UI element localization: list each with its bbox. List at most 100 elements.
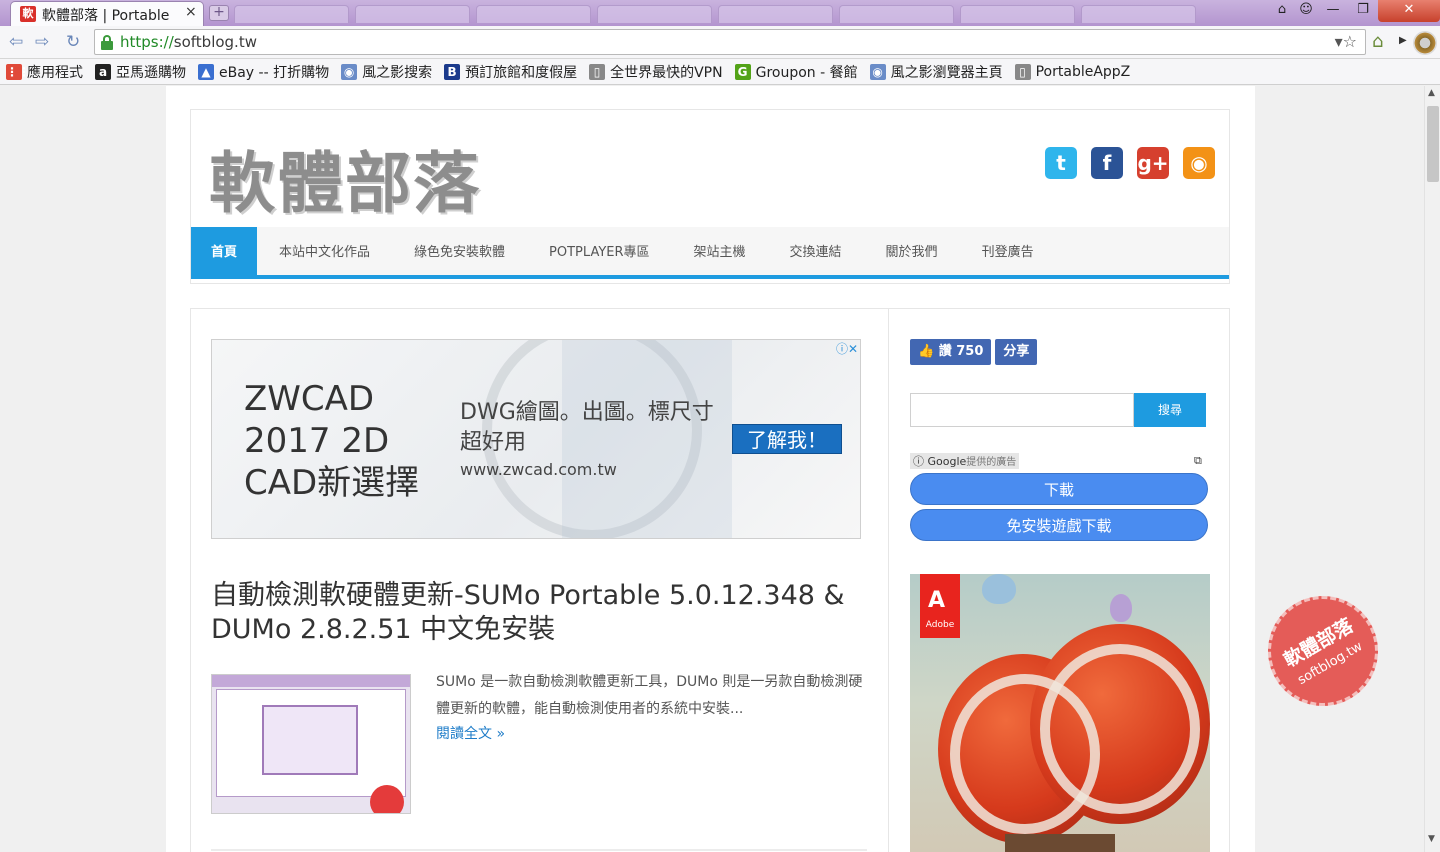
nav-item[interactable]: 首頁 (191, 227, 258, 279)
column-divider (888, 309, 889, 852)
nav-item[interactable]: 架站主機 (672, 227, 768, 279)
tab-close-icon[interactable]: × (185, 4, 197, 20)
back-arrow-icon[interactable]: ⇦ (9, 32, 23, 52)
extension-arrow-icon[interactable]: ▶ (1399, 35, 1407, 46)
post-excerpt: SUMo 是一款自動檢測軟體更新工具，DUMo 則是一另款自動檢測硬體更新的軟體… (436, 674, 863, 717)
ad-subtitle[interactable]: DWG繪圖。出圖。標尺寸超好用 (460, 398, 730, 458)
bookmark-label: 預訂旅館和度假屋 (465, 64, 578, 81)
thumbnail-seal (370, 785, 404, 813)
background-tab[interactable] (476, 5, 591, 23)
address-bar[interactable]: https://softblog.tw ▾☆ (94, 29, 1366, 55)
background-tabs (234, 5, 1196, 23)
facebook-like-widget: 👍 讚 750 分享 (910, 339, 1038, 365)
nav-item[interactable]: POTPLAYER專區 (527, 227, 671, 279)
ad-link-game-download[interactable]: 免安裝遊戲下載 (910, 509, 1208, 541)
social-links: t f g+ ◉ (1045, 147, 1215, 179)
page-viewport: 軟體部落 t f g+ ◉ 首頁 本站中文化作品 綠色免安裝軟體 POTPLAYER專區 架站… (0, 86, 1424, 852)
post-thumbnail[interactable] (211, 674, 411, 814)
bookmark-item[interactable]: G Groupon - 餐館 (734, 62, 858, 82)
forward-arrow-icon[interactable]: ⇨ (35, 32, 49, 52)
bookmark-label: Groupon - 餐館 (755, 64, 858, 81)
site-header: 軟體部落 t f g+ ◉ 首頁 本站中文化作品 綠色免安裝軟體 POTPLAYER專區 架站… (190, 109, 1230, 284)
small-balloon-image (982, 574, 1016, 604)
bookmark-item[interactable]: a 亞馬遜購物 (95, 62, 186, 82)
url-text[interactable]: https://softblog.tw (120, 33, 257, 51)
nav-item[interactable]: 綠色免安裝軟體 (392, 227, 527, 279)
rss-icon[interactable]: ◉ (1183, 147, 1215, 179)
twitter-icon[interactable]: t (1045, 147, 1077, 179)
bookmark-item[interactable]: B 預訂旅館和度假屋 (444, 62, 577, 82)
nav-item[interactable]: 本站中文化作品 (257, 227, 392, 279)
ad-choices-icon[interactable]: ⓘ✕ (836, 340, 858, 357)
restore-button[interactable]: ❐ (1348, 0, 1378, 22)
nav-item[interactable]: 刊登廣告 (960, 227, 1056, 279)
bookmark-icon: ◉ (869, 63, 886, 80)
like-button[interactable]: 👍 讚 750 (910, 339, 992, 365)
read-more-link[interactable]: 閱讀全文 » (436, 723, 505, 743)
lock-icon (101, 35, 113, 50)
home-profile-icon[interactable]: ⌂ (1270, 0, 1294, 22)
nav-item[interactable]: 關於我們 (864, 227, 960, 279)
ad-link-download[interactable]: 下載 (910, 473, 1208, 505)
bookmark-icon: ◉ (341, 63, 358, 80)
content-area: ZWCAD 2017 2D CAD新選擇 DWG繪圖。出圖。標尺寸超好用 www… (190, 308, 1230, 852)
bookmark-icon: B (444, 63, 461, 80)
bookmark-item[interactable]: ◉ 風之影搜索 (341, 62, 432, 82)
close-window-button[interactable]: ✕ (1378, 0, 1440, 22)
bookmark-item[interactable]: ⋮⋮ 應用程式 (6, 62, 83, 82)
adobe-side-ad[interactable]: A Adobe (910, 574, 1210, 852)
bookmark-icon: G (734, 63, 751, 80)
thumbnail-titlebar (212, 675, 410, 687)
browser-menu-icon[interactable] (1413, 31, 1437, 55)
ad-cta-button[interactable]: 了解我！ (732, 424, 842, 454)
search-button[interactable]: 搜尋 (1134, 393, 1206, 427)
background-tab[interactable] (355, 5, 470, 23)
google-plus-icon[interactable]: g+ (1137, 147, 1169, 179)
nav-item[interactable]: 交換連結 (768, 227, 864, 279)
ad-banner[interactable]: ZWCAD 2017 2D CAD新選擇 DWG繪圖。出圖。標尺寸超好用 www… (211, 339, 861, 539)
bookmark-item[interactable]: ▲ eBay -- 打折購物 (198, 62, 329, 82)
scroll-up-arrow-icon[interactable]: ▲ (1428, 88, 1435, 98)
ad-title[interactable]: ZWCAD 2017 2D CAD新選擇 (244, 378, 454, 504)
home-icon[interactable]: ⌂ (1372, 31, 1383, 52)
window-controls: ⌂ ☺ — ❐ ✕ (1270, 0, 1440, 22)
background-tab[interactable] (718, 5, 833, 23)
balloon-band-image (1040, 644, 1200, 814)
page-scrollbar[interactable]: ▲ ▼ (1424, 86, 1440, 852)
background-tab[interactable] (960, 5, 1075, 23)
adobe-label: Adobe (925, 620, 955, 630)
post-title[interactable]: 自動檢測軟硬體更新-SUMo Portable 5.0.12.348 & DUM… (211, 579, 861, 647)
background-tab[interactable] (1081, 5, 1196, 23)
tab-active[interactable]: 軟 軟體部落 | Portable × (10, 1, 204, 27)
minimize-button[interactable]: — (1318, 0, 1348, 22)
bookmark-icon: ▯ (589, 63, 606, 80)
ad-url[interactable]: www.zwcad.com.tw (460, 460, 617, 479)
site-logo[interactable]: 軟體部落 (209, 130, 481, 226)
background-tab[interactable] (839, 5, 954, 23)
bookmark-item[interactable]: ◉ 風之影瀏覽器主頁 (869, 62, 1003, 82)
bookmark-item[interactable]: ▯ PortableAppZ (1014, 63, 1131, 80)
main-nav: 首頁 本站中文化作品 綠色免安裝軟體 POTPLAYER專區 架站主機 交換連結 關於我們刊… (191, 227, 1229, 279)
user-profile-icon[interactable]: ☺ (1294, 0, 1318, 22)
adobe-a-icon: A (928, 588, 946, 613)
bookmark-icon: a (95, 63, 111, 80)
facebook-icon[interactable]: f (1091, 147, 1123, 179)
scroll-down-arrow-icon[interactable]: ▼ (1428, 834, 1435, 844)
bookmark-label: PortableAppZ (1035, 63, 1131, 80)
background-tab[interactable] (234, 5, 349, 23)
browser-titlebar: 軟 軟體部落 | Portable × + ⌂ ☺ — ❐ ✕ (0, 0, 1440, 27)
google-ads-label: ⓘ Google提供的廣告 (910, 453, 1020, 469)
external-open-icon[interactable]: ⧉ (1194, 454, 1202, 468)
bookmark-item[interactable]: ▯ 全世界最快的VPN (589, 62, 723, 82)
reload-icon[interactable]: ↻ (66, 32, 80, 52)
bookmark-icon: ⋮⋮ (6, 63, 30, 80)
bookmark-icon: ▯ (1014, 63, 1031, 80)
share-button[interactable]: 分享 (995, 339, 1038, 365)
page-container: 軟體部落 t f g+ ◉ 首頁 本站中文化作品 綠色免安裝軟體 POTPLAYER專區 架站… (166, 86, 1255, 852)
search-input[interactable] (910, 393, 1134, 427)
background-tab[interactable] (597, 5, 712, 23)
bookmark-star-icon[interactable]: ▾☆ (1335, 32, 1357, 51)
scroll-thumb[interactable] (1427, 106, 1439, 182)
new-tab-button[interactable]: + (209, 5, 229, 21)
tab-favicon-icon: 軟 (20, 6, 36, 22)
